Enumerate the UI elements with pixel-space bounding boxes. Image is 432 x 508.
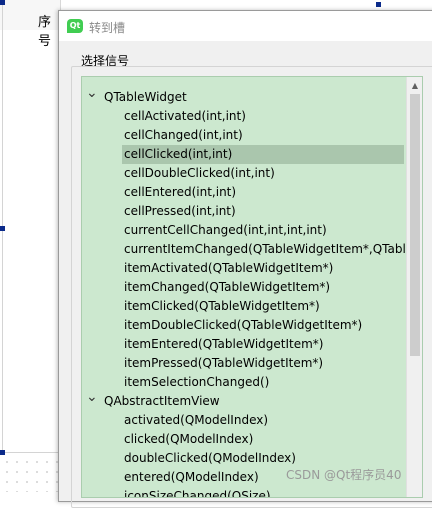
resize-handle-left[interactable]: [0, 226, 5, 231]
tree-item-label: cellClicked(int,int): [124, 147, 233, 161]
watermark: CSDN @Qt程序员40: [286, 468, 402, 482]
dialog-titlebar[interactable]: Qt 转到槽: [59, 11, 432, 41]
tree-item-label: itemSelectionChanged(): [124, 375, 270, 389]
tree-item-label: activated(QModelIndex): [124, 413, 269, 427]
qt-app-icon: Qt: [67, 19, 83, 33]
tree-item-label: clicked(QModelIndex): [124, 432, 254, 446]
tree-item-label: cellChanged(int,int): [124, 128, 243, 142]
dialog-title: 转到槽: [89, 21, 126, 35]
selection-guide-horizontal: [0, 452, 60, 453]
signal-tree[interactable]: ⌄ QTableWidget cellActivated(int,int) cellC…: [81, 76, 423, 498]
tree-item-label: iconSizeChanged(QSize): [124, 489, 271, 498]
tree-item-label: itemClicked(QTableWidgetItem*): [124, 299, 320, 313]
tree-item-label: cellDoubleClicked(int,int): [124, 166, 275, 180]
tree-item-label: currentItemChanged(QTableWidgetItem*,QTa…: [124, 242, 414, 256]
goto-slot-dialog: Qt 转到槽 选择信号 ⌄ QTableWidget cellActivated(i…: [58, 10, 432, 508]
tree-group-label: QTableWidget: [104, 90, 187, 104]
form-grid-dots: [0, 455, 60, 492]
tree-item-label: itemDoubleClicked(QTableWidgetItem*): [124, 318, 363, 332]
chevron-down-icon[interactable]: ⌄: [86, 388, 98, 407]
tree-group-label: QAbstractItemView: [104, 394, 220, 408]
tree-item-label: currentCellChanged(int,int,int,int): [124, 223, 327, 237]
tree-item-label: doubleClicked(QModelIndex): [124, 451, 296, 465]
tree-item-label: itemActivated(QTableWidgetItem*): [124, 261, 334, 275]
tree-item-label: itemEntered(QTableWidgetItem*): [124, 337, 324, 351]
tree-item-label: itemPressed(QTableWidgetItem*): [124, 356, 324, 370]
tree-item-label: entered(QModelIndex): [124, 470, 259, 484]
tree-item-label: cellPressed(int,int): [124, 204, 236, 218]
table-header: 序号: [0, 0, 61, 49]
scroll-up-arrow-icon[interactable]: ▲: [407, 77, 422, 94]
table-header-label: 序号: [38, 15, 52, 49]
tree-item-label: cellEntered(int,int): [124, 185, 237, 199]
vertical-scrollbar[interactable]: ▲: [406, 77, 422, 497]
resize-handle-top-left[interactable]: [0, 0, 5, 5]
chevron-down-icon[interactable]: ⌄: [86, 84, 98, 103]
tree-item-label: cellActivated(int,int): [124, 109, 246, 123]
tree-item-label: itemChanged(QTableWidgetItem*): [124, 280, 331, 294]
scroll-thumb[interactable]: [410, 94, 420, 356]
resize-handle-top[interactable]: [376, 2, 381, 7]
